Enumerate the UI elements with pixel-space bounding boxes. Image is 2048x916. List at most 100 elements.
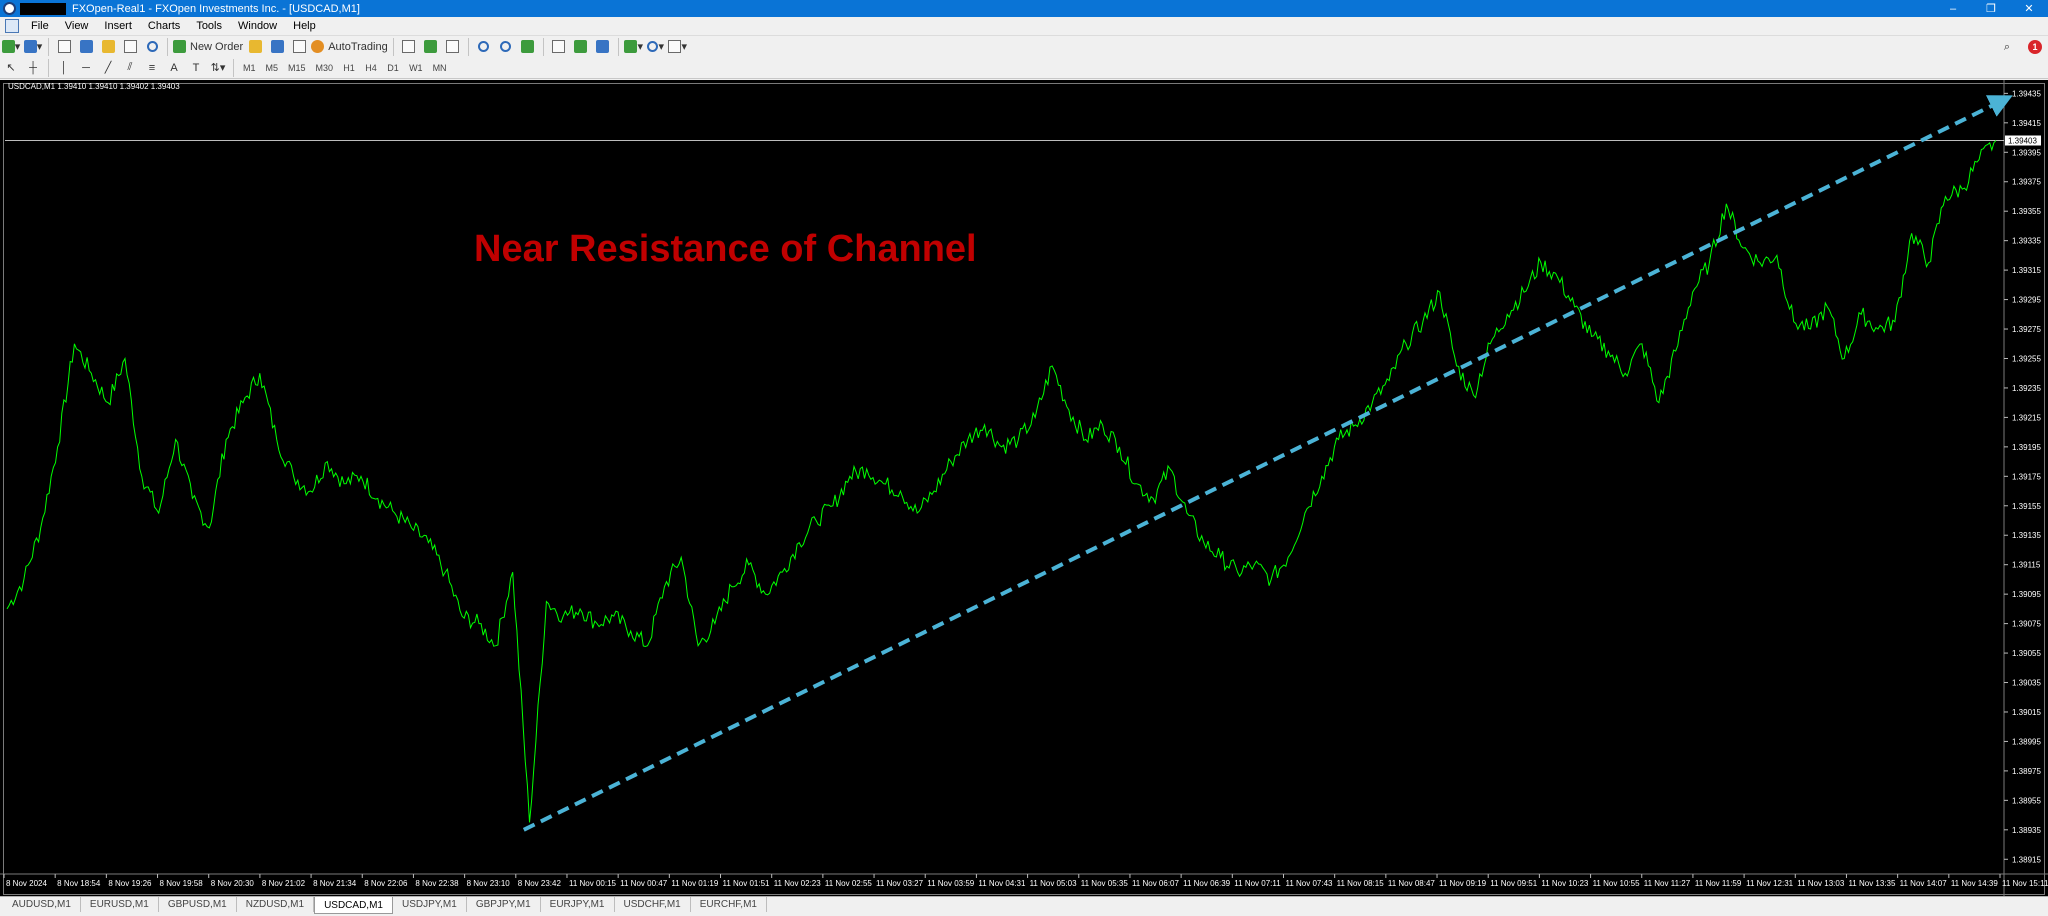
chart-header: USDCAD,M1 1.39410 1.39410 1.39402 1.3940… xyxy=(8,82,180,91)
y-tick-label: 1.39155 xyxy=(2012,502,2041,511)
timeframe-h4[interactable]: H4 xyxy=(361,59,381,77)
y-tick-label: 1.39195 xyxy=(2012,443,2041,452)
timeframe-m15[interactable]: M15 xyxy=(284,59,310,77)
text-label-button[interactable]: T xyxy=(186,59,206,77)
market-button[interactable] xyxy=(289,38,309,56)
x-tick-label: 11 Nov 06:39 xyxy=(1183,879,1231,888)
y-tick-label: 1.39335 xyxy=(2012,237,2041,246)
x-tick-label: 11 Nov 08:15 xyxy=(1337,879,1385,888)
terminal-button[interactable] xyxy=(120,38,140,56)
y-tick-label: 1.39035 xyxy=(2012,679,2041,688)
auto-trading-button[interactable]: AutoTrading xyxy=(311,38,388,56)
y-tick-label: 1.39255 xyxy=(2012,354,2041,363)
y-tick-label: 1.38995 xyxy=(2012,737,2041,746)
tab-usdjpy-m1[interactable]: USDJPY,M1 xyxy=(393,897,467,912)
price-chart[interactable]: 1.39435 1.39415 1.39395 1.39375 1.39355 1.393… xyxy=(0,80,2048,896)
candlestick-button[interactable] xyxy=(421,38,441,56)
equidistant-channel-button[interactable]: ⫽ xyxy=(120,59,140,77)
metaeditor-icon xyxy=(248,40,262,53)
timeframe-mn[interactable]: MN xyxy=(429,59,451,77)
expert-button[interactable]: ▾ xyxy=(624,38,644,56)
new-order-button[interactable]: New Order xyxy=(173,38,243,56)
menu-charts[interactable]: Charts xyxy=(140,20,188,32)
close-button[interactable]: ✕ xyxy=(2010,0,2048,17)
window-controls: – ❐ ✕ xyxy=(1934,0,2048,17)
tile-windows-button[interactable] xyxy=(518,38,538,56)
document-icon[interactable] xyxy=(5,19,19,33)
restore-button[interactable]: ❐ xyxy=(1972,0,2010,17)
zoom-in-button[interactable] xyxy=(474,38,494,56)
timeframe-m5[interactable]: M5 xyxy=(262,59,283,77)
tab-eurjpy-m1[interactable]: EURJPY,M1 xyxy=(541,897,615,912)
templates-icon xyxy=(668,40,682,53)
x-tick-label: 11 Nov 03:27 xyxy=(876,879,924,888)
timeframe-w1[interactable]: W1 xyxy=(405,59,427,77)
toolbar-right: ⌕ 1 xyxy=(1996,36,2042,58)
tab-usdcad-m1[interactable]: USDCAD,M1 xyxy=(314,897,393,914)
menu-tools[interactable]: Tools xyxy=(188,20,230,32)
x-tick-label: 8 Nov 21:02 xyxy=(262,879,306,888)
menu-file[interactable]: File xyxy=(23,20,57,32)
timeframe-d1[interactable]: D1 xyxy=(383,59,403,77)
signals-button[interactable] xyxy=(267,38,287,56)
metaeditor-button[interactable] xyxy=(245,38,265,56)
terminal-icon xyxy=(123,40,137,53)
line-chart-button[interactable] xyxy=(443,38,463,56)
search-button[interactable]: ⌕ xyxy=(1997,38,2017,56)
new-order-label: New Order xyxy=(190,40,244,53)
y-tick-label: 1.39375 xyxy=(2012,178,2041,187)
timeframe-m1[interactable]: M1 xyxy=(239,59,260,77)
toolbar-separator xyxy=(542,37,544,56)
indicators-icon xyxy=(596,40,610,53)
x-tick-label: 8 Nov 23:10 xyxy=(467,879,511,888)
timeframe-h1[interactable]: H1 xyxy=(339,59,359,77)
templates-button[interactable]: ▾ xyxy=(668,38,688,56)
x-tick-label: 11 Nov 12:31 xyxy=(1746,879,1794,888)
tab-audusd-m1[interactable]: AUDUSD,M1 xyxy=(3,897,81,912)
auto-trading-label: AutoTrading xyxy=(328,40,388,53)
x-tick-label: 11 Nov 15:11 xyxy=(2002,879,2048,888)
fibonacci-button[interactable]: ≡ xyxy=(142,59,162,77)
tab-usdchf-m1[interactable]: USDCHF,M1 xyxy=(615,897,691,912)
new-chart-button[interactable]: ▾ xyxy=(1,38,21,56)
chart-window[interactable]: 1.39435 1.39415 1.39395 1.39375 1.39355 1.393… xyxy=(0,80,2048,896)
menu-insert[interactable]: Insert xyxy=(96,20,140,32)
tab-nzdusd-m1[interactable]: NZDUSD,M1 xyxy=(237,897,315,912)
data-window-button[interactable] xyxy=(76,38,96,56)
y-tick-label: 1.39235 xyxy=(2012,384,2041,393)
vertical-line-button[interactable]: │ xyxy=(54,59,74,77)
text-button[interactable]: A xyxy=(164,59,184,77)
profiles-button[interactable]: ▾ xyxy=(23,38,43,56)
crosshair-button[interactable]: ┼ xyxy=(23,59,43,77)
auto-scroll-button[interactable] xyxy=(571,38,591,56)
chart-shift-button[interactable] xyxy=(549,38,569,56)
cursor-button[interactable]: ↖ xyxy=(1,59,21,77)
signals-icon xyxy=(270,40,284,53)
market-watch-button[interactable] xyxy=(54,38,74,56)
y-tick-label: 1.39075 xyxy=(2012,620,2041,629)
navigator-button[interactable] xyxy=(98,38,118,56)
indicators-button[interactable] xyxy=(593,38,613,56)
zoom-out-button[interactable] xyxy=(496,38,516,56)
tester-button[interactable] xyxy=(142,38,162,56)
tab-gbpusd-m1[interactable]: GBPUSD,M1 xyxy=(159,897,237,912)
minimize-button[interactable]: – xyxy=(1934,0,1972,17)
timeframe-m30[interactable]: M30 xyxy=(312,59,338,77)
title-bar: FXOpen-Real1 - FXOpen Investments Inc. -… xyxy=(0,0,2048,17)
x-tick-label: 11 Nov 00:47 xyxy=(620,879,668,888)
notification-badge[interactable]: 1 xyxy=(2028,40,2042,54)
menu-help[interactable]: Help xyxy=(285,20,324,32)
periods-button[interactable]: ▾ xyxy=(646,38,666,56)
toolbar-separator xyxy=(617,37,619,56)
tab-eurchf-m1[interactable]: EURCHF,M1 xyxy=(691,897,767,912)
arrows-button[interactable]: ⇅▾ xyxy=(208,59,228,77)
tab-gbpjpy-m1[interactable]: GBPJPY,M1 xyxy=(467,897,541,912)
bar-chart-button[interactable] xyxy=(399,38,419,56)
menu-view[interactable]: View xyxy=(57,20,97,32)
horizontal-line-button[interactable]: ─ xyxy=(76,59,96,77)
bar-chart-icon xyxy=(402,40,416,53)
toolbar-separator xyxy=(233,58,234,77)
trendline-button[interactable]: ╱ xyxy=(98,59,118,77)
tab-eurusd-m1[interactable]: EURUSD,M1 xyxy=(81,897,159,912)
menu-window[interactable]: Window xyxy=(230,20,285,32)
